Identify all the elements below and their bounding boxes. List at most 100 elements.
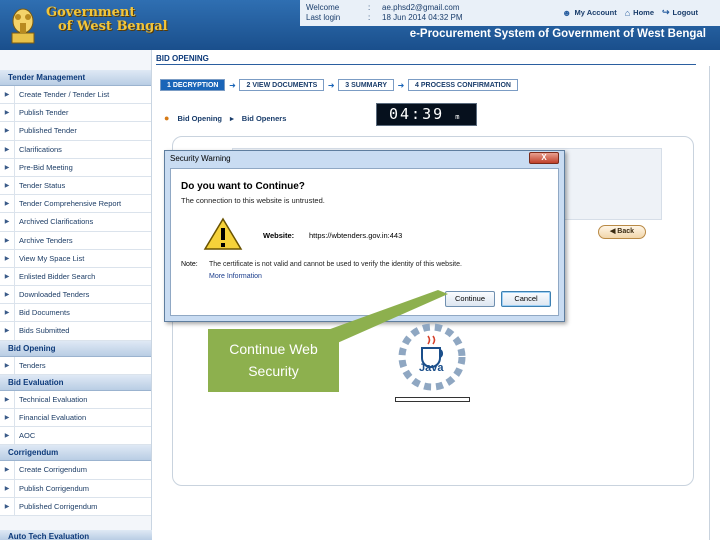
- chevron-right-icon: ▶: [4, 201, 10, 208]
- sidebar-item-technical-evaluation[interactable]: ▶ Technical Evaluation: [0, 390, 151, 409]
- annotation-callout: Continue Web Security: [208, 329, 339, 392]
- heading-divider: [156, 64, 696, 65]
- chevron-right-icon: ▶: [4, 503, 10, 510]
- sidebar-item-tenders[interactable]: ▶ Tenders: [0, 356, 151, 375]
- breadcrumb: ● Bid Opening ▸ Bid Openers: [164, 113, 286, 123]
- back-label: Back: [617, 228, 635, 235]
- sidebar-item-archive-tenders[interactable]: ▶ Archive Tenders: [0, 231, 151, 250]
- chevron-right-icon: ▶: [4, 219, 10, 226]
- sidebar-item-label: Tenders: [14, 356, 151, 374]
- last-login-label: Last login: [306, 13, 341, 22]
- more-information-link[interactable]: More Information: [209, 273, 262, 280]
- sidebar-item-label: Bid Documents: [14, 304, 151, 322]
- sidebar-item-tender-status[interactable]: ▶ Tender Status: [0, 176, 151, 196]
- my-account-link[interactable]: ☻ My Account: [562, 7, 617, 18]
- chevron-right-icon: ▶: [4, 164, 10, 171]
- chevron-right-icon: ▶: [4, 110, 10, 117]
- user-info: Welcome : ae.phsd2@gmail.com Last login …: [306, 3, 463, 23]
- government-title: Government of West Bengal: [46, 6, 168, 34]
- chevron-right-icon: ▶: [4, 146, 10, 153]
- sidebar-item-downloaded-tenders[interactable]: ▶ Downloaded Tenders: [0, 286, 151, 305]
- chevron-right-icon: ▶: [4, 273, 10, 280]
- chevron-right-icon: ▶: [4, 433, 10, 440]
- sidebar-item-label: Bids Submitted: [14, 322, 151, 340]
- callout-line2: Security: [248, 363, 299, 379]
- sidebar-item-enlisted-bidder-search[interactable]: ▶ Enlisted Bidder Search: [0, 267, 151, 287]
- welcome-value: ae.phsd2@gmail.com: [382, 3, 460, 12]
- logout-label: Logout: [672, 8, 698, 17]
- website-value: https://wbtenders.gov.in:443: [309, 231, 403, 240]
- chevron-right-icon: ▶: [4, 467, 10, 474]
- sidebar-item-label: Downloaded Tenders: [14, 286, 151, 304]
- cancel-button[interactable]: Cancel: [501, 291, 551, 307]
- system-title: e-Procurement System of Government of We…: [409, 28, 706, 40]
- website-label: Website:: [263, 231, 295, 240]
- breadcrumb-bid-opening[interactable]: Bid Opening: [177, 114, 222, 123]
- continue-button[interactable]: Continue: [445, 291, 495, 307]
- close-button[interactable]: X: [529, 152, 559, 164]
- sidebar-item-label: Published Tender: [14, 122, 151, 140]
- sidebar-item-my-space-list[interactable]: ▶ View My Space List: [0, 249, 151, 268]
- sidebar-section-bid-evaluation[interactable]: Bid Evaluation: [0, 374, 151, 391]
- sidebar-item-label: Archived Clarifications: [14, 213, 151, 231]
- chevron-right-icon: ▶: [4, 292, 10, 299]
- step-view-documents[interactable]: 2 VIEW DOCUMENTS: [239, 79, 325, 91]
- sidebar-item-publish-corrigendum[interactable]: ▶ Publish Corrigendum: [0, 479, 151, 498]
- sidebar-section-corrigendum[interactable]: Corrigendum: [0, 445, 151, 462]
- countdown-timer: 04:39 m: [376, 103, 477, 126]
- dialog-heading: Do you want to Continue?: [181, 181, 305, 192]
- sidebar-item-publish-tender[interactable]: ▶ Publish Tender: [0, 104, 151, 123]
- logout-link[interactable]: ↪ Logout: [662, 7, 698, 18]
- sidebar-nav: Tender Management ▶ Create Tender / Tende…: [0, 50, 152, 540]
- notes-value: The certificate is not valid and cannot …: [209, 261, 462, 268]
- bullet-icon: ●: [164, 113, 170, 123]
- right-divider: [709, 66, 710, 540]
- sidebar-item-archived-clarifications[interactable]: ▶ Archived Clarifications: [0, 213, 151, 232]
- sidebar-item-label: Financial Evaluation: [14, 409, 151, 427]
- dialog-subheading: The connection to this website is untrus…: [181, 196, 325, 205]
- sidebar-section-tender-management[interactable]: Tender Management: [0, 70, 151, 86]
- arrow-right-icon: ➜: [397, 80, 405, 90]
- home-link[interactable]: ⌂ Home: [625, 7, 654, 18]
- state-emblem-icon: [11, 8, 35, 44]
- sidebar-item-published-tender[interactable]: ▶ Published Tender: [0, 122, 151, 141]
- step-process-confirmation[interactable]: 4 PROCESS CONFIRMATION: [408, 79, 518, 91]
- chevron-right-icon: ▶: [4, 255, 10, 262]
- sidebar-item-label: Technical Evaluation: [14, 390, 151, 408]
- chevron-right-icon: ▶: [4, 237, 10, 244]
- security-warning-dialog: Security Warning X Do you want to Contin…: [164, 150, 565, 322]
- warning-icon: [203, 217, 243, 250]
- sidebar-item-financial-evaluation[interactable]: ▶ Financial Evaluation: [0, 409, 151, 428]
- sidebar-item-label: Publish Tender: [14, 104, 151, 122]
- sidebar-item-comprehensive-report[interactable]: ▶ Tender Comprehensive Report: [0, 195, 151, 214]
- timer-suffix: m: [455, 113, 460, 121]
- welcome-colon: :: [368, 3, 371, 12]
- chevron-right-icon: ▶: [4, 415, 10, 421]
- step-decryption[interactable]: 1 DECRYPTION: [160, 79, 226, 91]
- breadcrumb-bid-openers[interactable]: Bid Openers: [242, 114, 287, 123]
- sidebar-item-aoc[interactable]: ▶ AOC: [0, 427, 151, 446]
- last-login-colon: :: [368, 13, 371, 22]
- my-account-label: My Account: [574, 8, 617, 17]
- sidebar-item-label: Archive Tenders: [14, 231, 151, 249]
- sidebar-item-bids-submitted[interactable]: ▶ Bids Submitted: [0, 322, 151, 341]
- sidebar-item-published-corrigendum[interactable]: ▶ Published Corrigendum: [0, 497, 151, 516]
- sidebar-item-label: Enlisted Bidder Search: [14, 267, 151, 286]
- dialog-body: Do you want to Continue? The connection …: [170, 168, 559, 316]
- sidebar-item-create-tender[interactable]: ▶ Create Tender / Tender List: [0, 86, 151, 105]
- sidebar-item-clarifications[interactable]: ▶ Clarifications: [0, 140, 151, 159]
- process-steps: 1 DECRYPTION ➜ 2 VIEW DOCUMENTS ➜ 3 SUMM…: [160, 79, 518, 91]
- back-button[interactable]: ◀ Back: [598, 225, 646, 239]
- government-title-line1: Government: [46, 5, 136, 20]
- sidebar-item-label: Create Corrigendum: [14, 461, 151, 479]
- chevron-right-icon: ▶: [4, 310, 10, 317]
- sidebar-item-bid-documents[interactable]: ▶ Bid Documents: [0, 304, 151, 323]
- sidebar-item-label: Tender Status: [14, 176, 151, 195]
- back-arrow-icon: ◀: [609, 228, 616, 235]
- sidebar-item-prebid-meeting[interactable]: ▶ Pre-Bid Meeting: [0, 158, 151, 177]
- sidebar-item-create-corrigendum[interactable]: ▶ Create Corrigendum: [0, 461, 151, 480]
- step-summary[interactable]: 3 SUMMARY: [338, 79, 395, 91]
- chevron-right-icon: ▶: [4, 396, 10, 403]
- sidebar-section-auto-tech-evaluation[interactable]: Auto Tech Evaluation: [0, 530, 152, 540]
- sidebar-section-bid-opening[interactable]: Bid Opening: [0, 340, 151, 357]
